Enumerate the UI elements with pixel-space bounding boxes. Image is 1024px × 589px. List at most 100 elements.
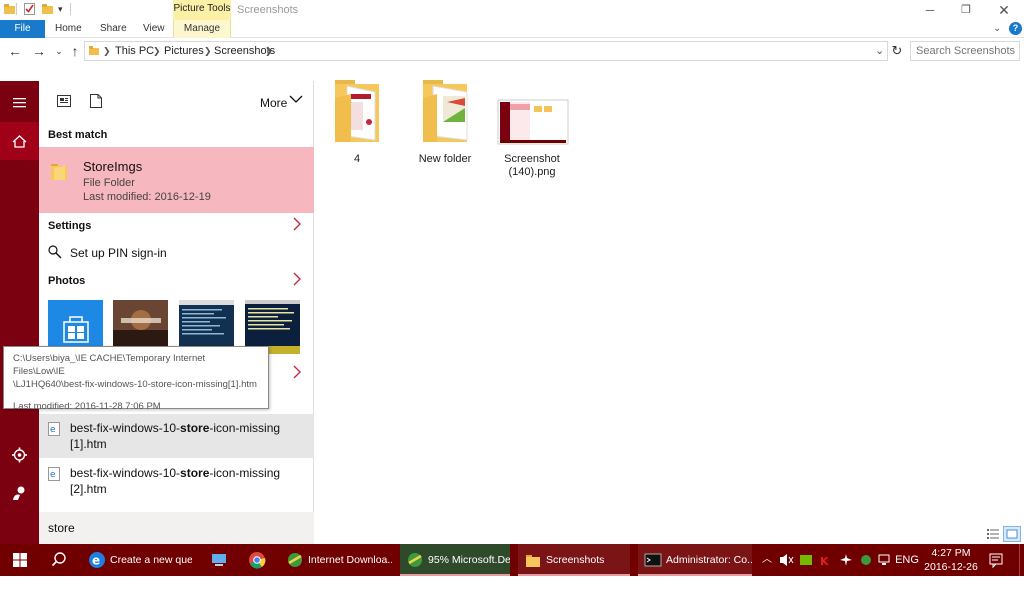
folder-icon [89, 45, 100, 59]
show-desktop-button[interactable] [1019, 544, 1024, 576]
breadcrumb-separator[interactable]: ❯ [265, 42, 273, 60]
tab-view[interactable]: View [143, 20, 165, 38]
home-icon[interactable] [0, 122, 39, 160]
taskbar-edge[interactable]: e Create a new que... [82, 544, 192, 576]
start-button[interactable] [0, 544, 40, 576]
expand-ribbon-icon[interactable]: ⌄ [993, 20, 1001, 38]
breadcrumb-pictures[interactable]: Pictures [164, 42, 204, 60]
clock[interactable]: 4:27 PM 2016-12-26 [922, 544, 980, 576]
search-result-htm-1[interactable]: e best-fix-windows-10-store-icon-missing… [39, 414, 314, 458]
search-result-label: best-fix-windows-10-store-icon-missing [1… [70, 421, 281, 451]
chrome-icon [249, 552, 266, 569]
chevron-right-icon[interactable] [293, 365, 301, 384]
taskbar-chrome[interactable] [242, 544, 274, 576]
hamburger-menu-icon[interactable] [0, 83, 39, 121]
setting-pin-signin[interactable]: Set up PIN sign-in [70, 246, 167, 260]
tab-file[interactable]: File [0, 20, 45, 38]
folder-icon [423, 80, 468, 142]
best-match-type: File Folder [83, 177, 135, 189]
photos-heading[interactable]: Photos [48, 275, 85, 287]
command-prompt-icon [644, 553, 662, 567]
input-language[interactable]: ENG [894, 544, 920, 576]
close-button[interactable]: ✕ [986, 0, 1022, 20]
address-dropdown-icon[interactable]: ⌄ [875, 42, 884, 60]
taskbar-cmd[interactable]: Administrator: Co... [638, 544, 752, 576]
start-search-input[interactable]: store [39, 512, 314, 544]
taskbar-label: Internet Downloa... [308, 554, 392, 566]
large-icons-view-icon[interactable] [1003, 526, 1021, 542]
restore-button[interactable]: ❐ [948, 0, 984, 20]
clock-date: 2016-12-26 [924, 561, 978, 573]
file-label: New folder [418, 153, 472, 165]
svg-text:e: e [92, 554, 100, 568]
minimize-button[interactable]: ─ [912, 0, 948, 20]
refresh-icon[interactable]: ↻ [888, 42, 906, 60]
file-label: Screenshot (140).png [504, 153, 560, 178]
taskbar-idm[interactable]: Internet Downloa... [280, 544, 392, 576]
best-match-modified: Last modified: 2016-12-19 [83, 191, 211, 203]
file-item-screenshot-140[interactable]: Screenshot (140).png [490, 78, 574, 179]
computer-icon [212, 554, 226, 566]
new-folder-icon[interactable] [42, 3, 54, 15]
start-search-panel: More Best match StoreImgs File Folder La… [39, 81, 314, 544]
breadcrumb-this-pc[interactable]: This PC [115, 42, 154, 60]
action-center-icon[interactable] [986, 544, 1006, 576]
best-match-name: StoreImgs [83, 159, 143, 174]
chevron-right-icon[interactable] [293, 217, 301, 236]
search-input[interactable]: Search Screenshots [910, 41, 1020, 61]
best-match-result[interactable]: StoreImgs File Folder Last modified: 201… [39, 147, 314, 213]
search-icon [51, 552, 66, 567]
sync-icon[interactable] [858, 544, 874, 576]
properties-icon[interactable] [24, 3, 36, 15]
address-bar[interactable]: ❯ This PC ❯ Pictures ❯ Screenshots ❯ ⌄ [84, 41, 888, 61]
nvidia-icon[interactable] [798, 544, 814, 576]
volume-muted-icon[interactable] [778, 544, 794, 576]
taskbar-label: Administrator: Co... [666, 554, 752, 566]
up-button[interactable]: ↑ [66, 42, 84, 60]
tooltip-path-line-2: \LJ1HQ640\best-fix-windows-10-store-icon… [13, 379, 257, 390]
more-filters-button[interactable]: More [260, 96, 287, 110]
folder-icon [335, 80, 379, 142]
start-menu-rail [0, 81, 39, 544]
divider [16, 3, 17, 15]
file-label: 4 [353, 153, 361, 165]
image-thumbnail-icon [497, 99, 569, 145]
tab-manage[interactable]: Manage [173, 20, 231, 38]
breadcrumb-separator[interactable]: ❯ [204, 42, 212, 60]
folder-icon [526, 555, 540, 567]
antivirus-icon[interactable]: K [818, 544, 834, 576]
tab-share[interactable]: Share [100, 20, 127, 38]
taskbar: e Create a new que... Internet Downloa..… [0, 544, 1024, 576]
apps-filter-icon[interactable] [57, 95, 71, 110]
chevron-right-icon[interactable] [293, 272, 301, 291]
breadcrumb-separator[interactable]: ❯ [153, 42, 161, 60]
help-icon[interactable]: ? [1009, 22, 1022, 35]
breadcrumb-separator[interactable]: ❯ [103, 42, 111, 60]
taskbar-idm-progress[interactable]: 95% Microsoft.De... [400, 544, 510, 576]
folder-item-4[interactable]: 4 [315, 78, 399, 166]
taskbar-explorer[interactable]: Screenshots [518, 544, 630, 576]
taskbar-label: Screenshots [546, 554, 605, 566]
search-result-htm-2[interactable]: e best-fix-windows-10-store-icon-missing… [39, 459, 314, 503]
feedback-icon[interactable] [0, 474, 39, 512]
picture-tools-label: Picture Tools [173, 0, 231, 20]
ie-document-icon: e [48, 467, 60, 484]
folder-icon [51, 161, 69, 184]
forward-button[interactable]: → [30, 42, 48, 60]
svg-text:e: e [50, 425, 56, 435]
back-button[interactable]: ← [6, 42, 24, 60]
folder-item-new-folder[interactable]: New folder [403, 78, 487, 166]
settings-heading[interactable]: Settings [48, 220, 91, 232]
show-hidden-icons-icon[interactable]: ︿ [760, 544, 774, 576]
details-view-icon[interactable] [987, 528, 999, 543]
search-button[interactable] [40, 544, 78, 576]
customize-toolbar-icon[interactable]: ▾ [58, 3, 70, 15]
airplane-icon[interactable] [838, 544, 854, 576]
chevron-down-icon[interactable] [289, 92, 303, 109]
windows-logo-icon [13, 553, 27, 567]
settings-gear-icon[interactable] [0, 436, 39, 474]
network-icon[interactable] [876, 544, 892, 576]
tab-home[interactable]: Home [55, 20, 82, 38]
taskbar-this-pc[interactable] [204, 544, 236, 576]
documents-filter-icon[interactable] [90, 94, 102, 111]
